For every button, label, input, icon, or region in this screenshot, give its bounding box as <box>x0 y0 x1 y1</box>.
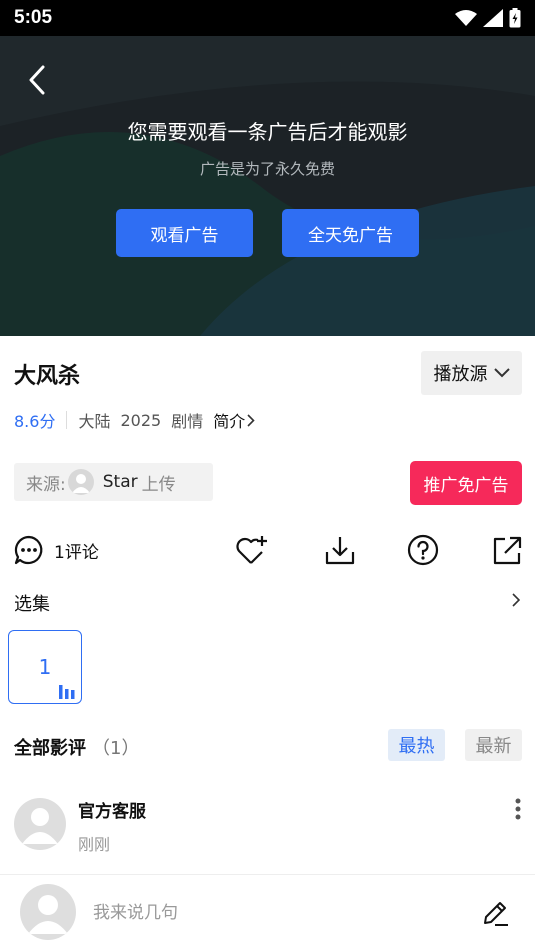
promo-ad-free-button[interactable]: 推广免广告 <box>410 461 522 505</box>
comment-time: 刚刚 <box>78 835 111 854</box>
status-icons <box>455 8 521 28</box>
comment-more-button[interactable] <box>508 798 528 822</box>
battery-icon <box>509 8 521 28</box>
status-time: 5:05 <box>14 7 53 28</box>
avatar[interactable] <box>14 798 66 850</box>
reviews-title: 全部影评 （1） <box>14 734 139 760</box>
sort-new-button[interactable]: 最新 <box>465 729 522 761</box>
download-icon <box>325 537 355 565</box>
chevron-right-icon <box>247 413 255 427</box>
wifi-icon <box>455 10 477 26</box>
intro-label: 简介 <box>213 412 246 431</box>
comment-icon <box>14 535 43 565</box>
comment-composer <box>0 874 535 951</box>
share-action[interactable] <box>492 533 522 567</box>
movie-meta: 8.6分 大陆 2025 剧情 简介 <box>14 408 255 432</box>
download-action[interactable] <box>324 533 356 567</box>
back-arrow-icon <box>29 65 45 95</box>
intro-link[interactable]: 简介 <box>213 408 255 432</box>
movie-score: 8.6分 <box>14 412 56 431</box>
ad-message: 您需要观看一条广告后才能观影 <box>127 120 408 144</box>
edit-button[interactable] <box>481 899 509 931</box>
help-icon <box>407 534 439 566</box>
watch-ad-button[interactable]: 观看广告 <box>116 209 253 257</box>
chevron-right-icon <box>512 593 521 607</box>
comment-author: 官方客服 <box>78 802 146 822</box>
uploader-suffix: 上传 <box>141 474 176 495</box>
more-vertical-icon <box>515 798 521 820</box>
comment-count: 1评论 <box>54 542 99 563</box>
avatar <box>20 884 76 940</box>
playing-bars-icon <box>59 685 75 699</box>
play-source-button[interactable]: 播放源 <box>421 351 522 395</box>
help-action[interactable] <box>407 533 439 567</box>
reviews-count: （1） <box>92 738 140 759</box>
chevron-down-icon <box>493 368 510 378</box>
uploader-prefix: 来源: <box>26 474 66 495</box>
status-bar: 5:05 <box>0 0 535 36</box>
movie-genre: 剧情 <box>171 412 204 431</box>
episode-number: 1 <box>38 655 52 679</box>
sort-hot-button[interactable]: 最热 <box>388 729 445 761</box>
avatar-icon <box>67 469 94 495</box>
avatar-icon <box>22 808 58 844</box>
video-player[interactable]: 您需要观看一条广告后才能观影 广告是为了永久免费 观看广告 全天免广告 <box>0 36 535 336</box>
player-background <box>0 36 535 336</box>
episodes-title: 选集 <box>14 594 50 615</box>
source-uploader: 来源: Star 上传 <box>14 463 213 501</box>
comment-input[interactable] <box>93 899 453 927</box>
ad-subtext: 广告是为了永久免费 <box>199 160 335 178</box>
share-icon <box>493 536 522 565</box>
movie-year: 2025 <box>120 410 162 430</box>
avatar-icon <box>28 895 68 934</box>
meta-divider <box>66 411 68 429</box>
movie-region: 大陆 <box>78 412 111 431</box>
episode-tile[interactable]: 1 <box>8 630 82 704</box>
edit-icon <box>484 902 508 926</box>
favorite-action[interactable] <box>235 533 269 567</box>
favorite-add-icon <box>236 536 267 564</box>
reviews-title-label: 全部影评 <box>14 738 86 759</box>
comment-action[interactable]: 1评论 <box>13 533 99 567</box>
movie-title: 大风杀 <box>14 364 81 389</box>
back-button[interactable] <box>22 64 52 96</box>
uploader-name: Star <box>102 472 138 492</box>
episodes-more-button[interactable] <box>512 592 521 611</box>
ad-free-button[interactable]: 全天免广告 <box>282 209 419 257</box>
play-source-label: 播放源 <box>433 364 488 385</box>
signal-icon <box>483 9 503 27</box>
